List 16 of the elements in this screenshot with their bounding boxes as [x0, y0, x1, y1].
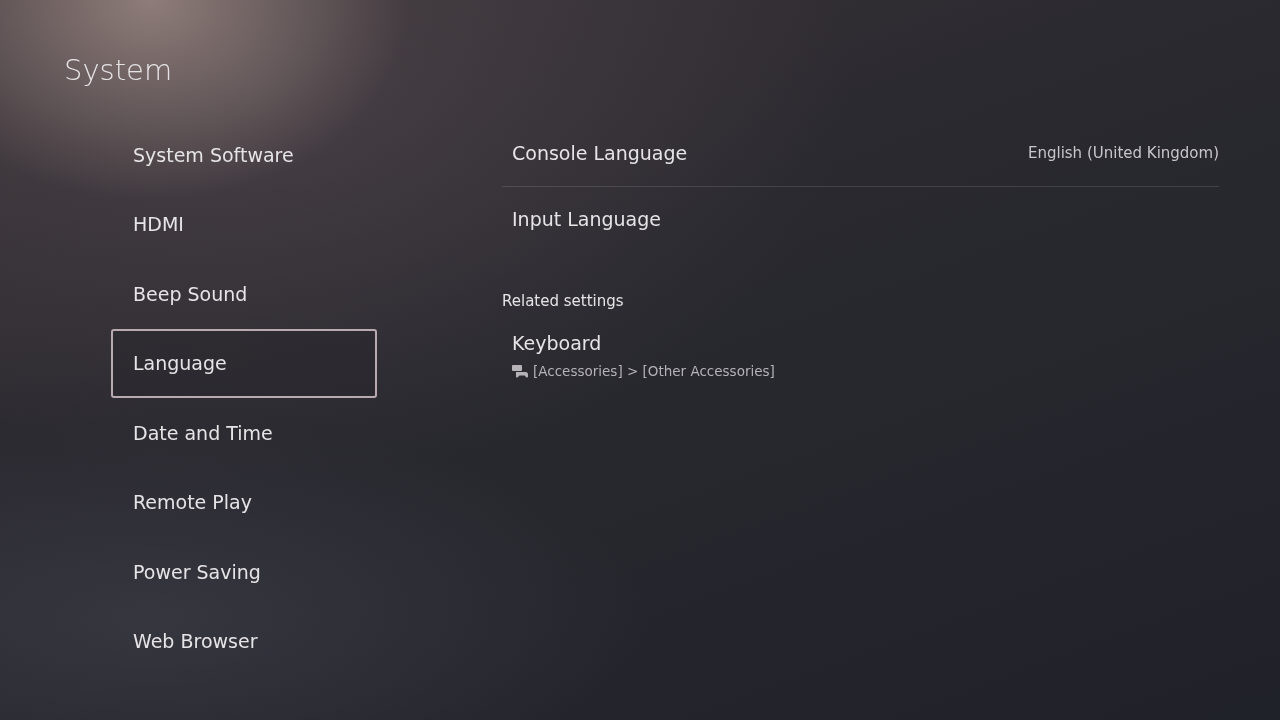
setting-label[interactable]: Console Language [512, 138, 688, 168]
breadcrumb-path: [Accessories] > [Other Accessories] [533, 362, 775, 381]
menu-item[interactable]: HDMI [111, 189, 377, 259]
setting-label[interactable]: Input Language [512, 205, 661, 234]
menu-item[interactable]: Power Saving [111, 537, 377, 607]
section-heading: Related settings [502, 291, 625, 312]
accessories-icon [512, 364, 528, 378]
menu-item[interactable]: Web Browser [111, 606, 377, 676]
menu-item[interactable]: Remote Play [111, 467, 377, 537]
menu-item[interactable]: Language [111, 328, 377, 398]
setting-value: English (United Kingdom) [1027, 142, 1219, 164]
page-title: System [64, 52, 174, 89]
menu-item[interactable]: System Software [111, 120, 377, 190]
menu-item[interactable]: Beep Sound [111, 259, 377, 329]
related-setting-link[interactable]: Keyboard [502, 328, 1219, 357]
menu-item[interactable]: Date and Time [111, 398, 377, 468]
